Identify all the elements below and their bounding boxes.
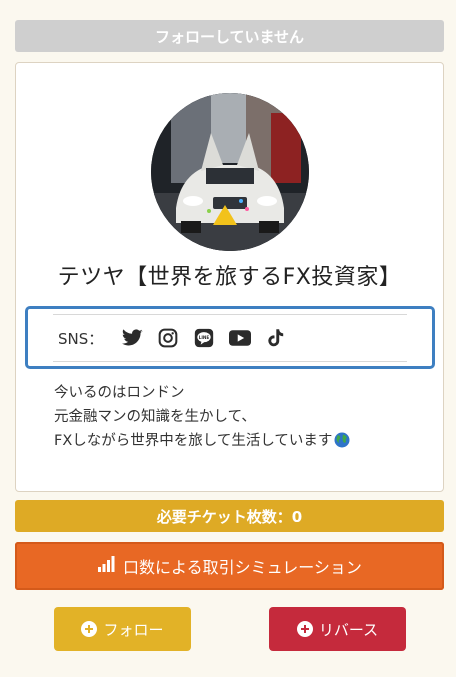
follow-label: フォロー [103,620,164,639]
follow-button[interactable]: フォロー [54,607,191,651]
plus-circle-icon [81,621,98,637]
follow-status-bar: フォローしていません [15,20,444,52]
profile-bio: 今いるのはロンドン 元金融マンの知識を生かして、 FXしながら世界中を旅して生活… [54,381,350,456]
twitter-icon[interactable] [121,327,143,349]
sns-label: SNS： [58,329,104,348]
trade-simulation-button[interactable]: 口数による取引シミュレーション [15,542,444,590]
globe-icon [334,432,350,456]
required-tickets-label: 必要チケット枚数：0 [156,507,303,526]
youtube-icon[interactable] [229,327,252,349]
trade-simulation-label: 口数による取引シミュレーション [123,558,362,577]
tiktok-icon[interactable] [265,327,287,349]
line-icon[interactable]: LINE [193,327,215,349]
avatar [151,93,309,251]
profile-card: テツヤ【世界を旅するFX投資家】 SNS： LINE 今いるのはロンドン 元金融… [15,62,444,492]
bar-chart-icon [97,555,117,577]
sns-row: SNS： LINE [53,314,407,362]
sns-box: SNS： LINE [25,306,435,369]
bio-line-with-globe: FXしながら世界中を旅して生活しています [54,429,350,456]
instagram-icon[interactable] [157,327,179,349]
reverse-button[interactable]: リバース [269,607,406,651]
reverse-label: リバース [318,620,379,639]
profile-name: テツヤ【世界を旅するFX投資家】 [57,265,402,290]
svg-text:LINE: LINE [199,335,210,340]
bio-line: FXしながら世界中を旅して生活しています [54,433,333,449]
follow-status-label: フォローしていません [154,27,305,46]
bio-line: 元金融マンの知識を生かして、 [54,409,256,425]
bio-line: 今いるのはロンドン [54,385,185,401]
plus-circle-icon [296,621,313,637]
required-tickets-bar: 必要チケット枚数：0 [15,500,444,532]
